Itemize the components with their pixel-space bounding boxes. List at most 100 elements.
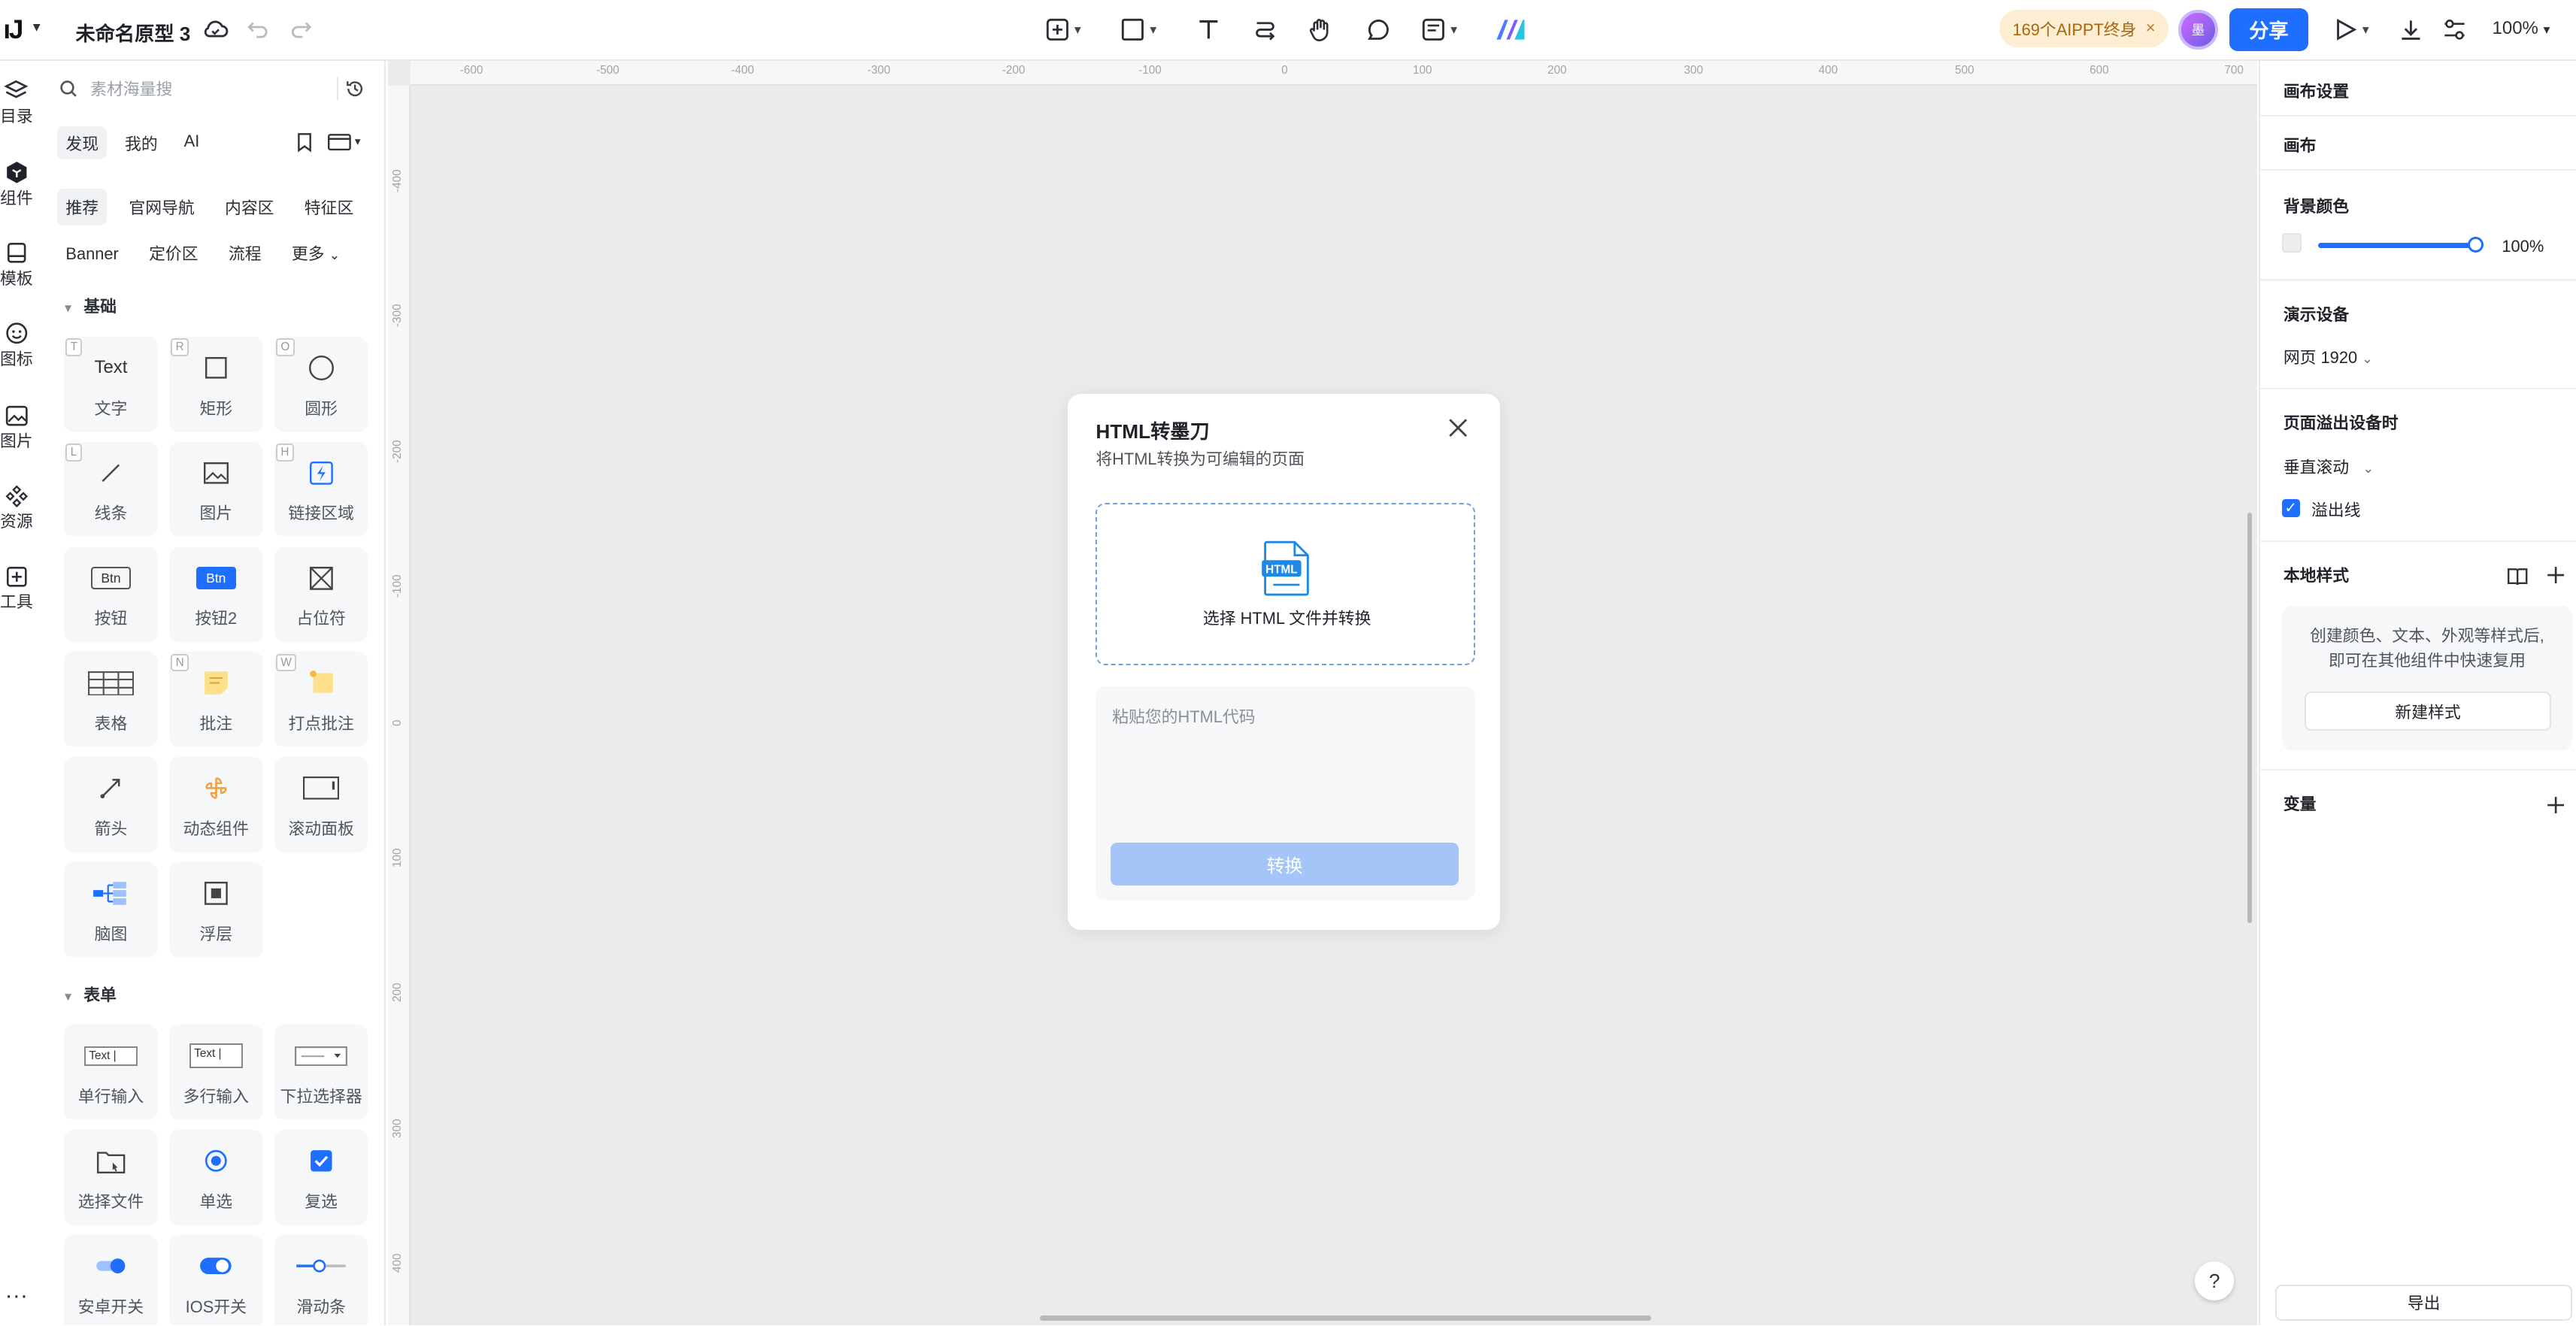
component-scroll-panel[interactable]: 滚动面板	[274, 757, 368, 852]
component-checkbox[interactable]: 复选	[274, 1130, 368, 1225]
add-style-icon[interactable]	[2546, 562, 2565, 592]
more-icon[interactable]: ···	[5, 1282, 29, 1309]
cloud-sync-icon[interactable]	[201, 13, 230, 46]
play-preview-icon[interactable]: ▾	[2333, 13, 2369, 46]
badge-close-icon[interactable]: ×	[2146, 18, 2156, 38]
avatar[interactable]: 墨	[2178, 10, 2218, 50]
opacity-slider-thumb[interactable]	[2467, 236, 2484, 253]
layout-toggle-icon[interactable]: ▾	[327, 132, 361, 153]
component-picture[interactable]: 图片	[169, 441, 263, 537]
rectangle-tool-icon[interactable]: ▾	[1120, 13, 1156, 46]
new-style-button[interactable]: 新建样式	[2305, 691, 2551, 731]
device-dropdown[interactable]: 网页 1920 ⌄	[2284, 345, 2373, 368]
chip-banner[interactable]: Banner	[57, 238, 126, 270]
rail-item-outline[interactable]: 目录	[0, 77, 33, 127]
component-link-area[interactable]: H 链接区域	[274, 441, 368, 537]
section-form-header[interactable]: ▼ 表单	[62, 982, 117, 1006]
library-search[interactable]: 素材海量搜	[59, 74, 338, 103]
overflow-dropdown[interactable]: 垂直滚动 ⌄	[2284, 455, 2374, 478]
logo-menu-chevron-icon[interactable]: ▾	[33, 18, 41, 36]
close-icon[interactable]	[1447, 416, 1468, 446]
horizontal-scrollbar[interactable]	[1040, 1315, 1651, 1321]
rail-item-components[interactable]: 组件	[0, 159, 33, 209]
section-basic-header[interactable]: ▼ 基础	[62, 294, 117, 317]
text-tool-icon[interactable]	[1196, 13, 1221, 46]
component-button2[interactable]: Btn 按钮2	[169, 546, 263, 643]
ruler-tick-label: 700	[2224, 64, 2244, 77]
component-table[interactable]: 表格	[64, 652, 158, 748]
component-dot-note[interactable]: W 打点批注	[274, 652, 368, 748]
zoom-level-dropdown[interactable]: 100% ▾	[2492, 18, 2550, 39]
component-multi-input[interactable]: Text | 多行输入	[169, 1025, 263, 1121]
aippt-promo-badge[interactable]: 169个AIPPT终身 ×	[1999, 10, 2169, 48]
html-file-dropzone[interactable]: HTML 选择 HTML 文件并转换	[1096, 502, 1476, 665]
overflow-line-checkbox[interactable]: ✓	[2281, 499, 2300, 518]
component-circle[interactable]: O 圆形	[274, 336, 368, 432]
component-text[interactable]: T Text 文字	[64, 336, 158, 432]
component-radio[interactable]: 单选	[169, 1130, 263, 1225]
tab-mine[interactable]: 我的	[117, 126, 166, 159]
tab-ai[interactable]: AI	[176, 126, 208, 159]
html-code-textarea[interactable]: 粘贴您的HTML代码 转换	[1096, 686, 1476, 901]
component-file-select[interactable]: 选择文件	[64, 1130, 158, 1225]
component-placeholder[interactable]: 占位符	[274, 546, 368, 643]
vertical-scrollbar[interactable]	[2247, 512, 2253, 923]
add-page-icon[interactable]: ▾	[1045, 13, 1081, 46]
chip-nav[interactable]: 官网导航	[120, 189, 202, 225]
component-rectangle[interactable]: R 矩形	[169, 336, 263, 432]
rail-item-resources[interactable]: 资源	[0, 483, 33, 532]
hand-tool-icon[interactable]	[1308, 13, 1334, 46]
history-icon[interactable]	[345, 75, 365, 105]
component-arrow[interactable]: 箭头	[64, 757, 158, 852]
app-logo[interactable]: ıJ	[3, 15, 23, 45]
note-tool-icon[interactable]: ▾	[1421, 13, 1457, 46]
add-variable-icon[interactable]	[2546, 792, 2565, 822]
bookmark-icon[interactable]	[295, 132, 314, 153]
component-label: 批注	[199, 714, 233, 734]
share-button[interactable]: 分享	[2229, 8, 2308, 51]
book-icon[interactable]	[2507, 563, 2528, 593]
search-input[interactable]: 素材海量搜	[90, 77, 172, 100]
component-slider[interactable]: 滑动条	[274, 1235, 368, 1326]
component-mindmap[interactable]: 脑图	[64, 862, 158, 958]
redo-icon[interactable]	[289, 13, 313, 46]
component-line[interactable]: L 线条	[64, 441, 158, 537]
connector-tool-icon[interactable]	[1252, 13, 1278, 46]
chip-content[interactable]: 内容区	[217, 189, 282, 225]
android-switch-icon	[64, 1250, 158, 1283]
download-icon[interactable]	[2399, 13, 2423, 46]
component-select[interactable]: 下拉选择器	[274, 1025, 368, 1121]
ai-logo-icon[interactable]	[1493, 13, 1526, 46]
opacity-value[interactable]: 100%	[2502, 237, 2544, 256]
rail-item-templates[interactable]: 模板	[0, 240, 33, 289]
project-title[interactable]: 未命名原型 3	[76, 18, 191, 47]
component-overlay[interactable]: 浮层	[169, 862, 263, 958]
dynamic-icon	[169, 772, 263, 805]
undo-icon[interactable]	[247, 13, 270, 46]
convert-button[interactable]: 转换	[1110, 842, 1459, 886]
chip-recommended[interactable]: 推荐	[57, 189, 107, 226]
opacity-slider-track[interactable]	[2317, 243, 2476, 248]
chip-flow[interactable]: 流程	[220, 235, 270, 271]
rail-item-images[interactable]: 图片	[0, 402, 33, 452]
bg-color-swatch[interactable]	[2281, 233, 2302, 253]
rail-item-tools[interactable]: 工具	[0, 563, 33, 613]
component-ios-switch[interactable]: IOS开关	[169, 1235, 263, 1326]
component-dynamic[interactable]: 动态组件	[169, 757, 263, 852]
export-button[interactable]: 导出	[2274, 1284, 2573, 1321]
component-single-input[interactable]: Text | 单行输入	[64, 1025, 158, 1121]
help-button[interactable]: ?	[2195, 1261, 2235, 1301]
zoom-value: 100%	[2492, 18, 2538, 39]
component-button[interactable]: Btn 按钮	[64, 546, 158, 643]
component-library-panel: 素材海量搜 发现 我的 AI ▾ 推荐 官网导航 内容区 特征区 Banner …	[47, 60, 386, 1326]
rail-item-icons[interactable]: 图标	[0, 320, 33, 370]
chip-more[interactable]: 更多 ⌄	[283, 235, 348, 271]
chip-feature[interactable]: 特征区	[296, 189, 362, 225]
component-label: 图片	[199, 504, 233, 523]
settings-sliders-icon[interactable]	[2441, 13, 2468, 46]
tab-discover[interactable]: 发现	[57, 126, 107, 159]
component-android-switch[interactable]: 安卓开关	[64, 1235, 158, 1326]
component-note[interactable]: N 批注	[169, 652, 263, 748]
chip-pricing[interactable]: 定价区	[141, 235, 206, 271]
comment-tool-icon[interactable]	[1365, 13, 1392, 46]
